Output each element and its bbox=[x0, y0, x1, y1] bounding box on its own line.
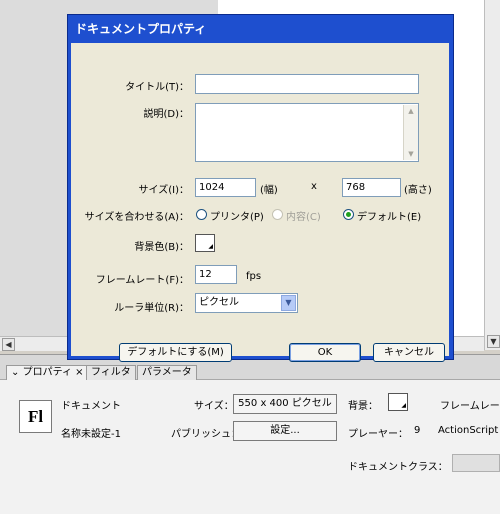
settings-button[interactable]: 設定... bbox=[233, 421, 337, 441]
player-label: プレーヤー： bbox=[348, 429, 408, 440]
scroll-down-icon[interactable]: ▼ bbox=[487, 335, 500, 348]
scroll-left-icon[interactable]: ◀ bbox=[2, 338, 15, 351]
cancel-button[interactable]: キャンセル bbox=[373, 343, 445, 362]
collapse-icon[interactable]: ⌄ bbox=[11, 367, 19, 378]
background-color-swatch[interactable]: ◢ bbox=[388, 393, 408, 411]
description-label: 説明(D)： bbox=[143, 109, 189, 120]
properties-panel: ⌄ プロパティ × フィルタ パラメータ Fl ドキュメント 名称未設定-1 サ… bbox=[0, 354, 500, 514]
size-label: サイズ(I)： bbox=[138, 185, 189, 196]
dropdown-arrow-icon: ◢ bbox=[208, 243, 213, 250]
tab-properties-label: プロパティ bbox=[22, 367, 72, 378]
size-label: サイズ： bbox=[194, 401, 234, 412]
radio-default-label[interactable]: デフォルト(E) bbox=[357, 208, 421, 223]
vertical-scrollbar[interactable]: ▼ bbox=[484, 0, 500, 350]
radio-printer-label[interactable]: プリンタ(P) bbox=[210, 208, 264, 223]
tab-properties[interactable]: ⌄ プロパティ × bbox=[6, 365, 89, 380]
background-label: 背景： bbox=[348, 401, 378, 412]
player-version: 9 bbox=[414, 425, 421, 436]
document-class-label: ドキュメントクラス： bbox=[348, 462, 448, 473]
scroll-up-icon[interactable]: ▲ bbox=[404, 105, 418, 117]
tab-filters-label: フィルタ bbox=[91, 367, 131, 378]
radio-contents-label: 内容(C) bbox=[286, 212, 321, 223]
match-label: サイズを合わせる(A)： bbox=[84, 212, 189, 223]
flash-logo: Fl bbox=[19, 400, 52, 433]
description-textarea[interactable] bbox=[195, 103, 419, 162]
height-unit: (高さ) bbox=[404, 185, 432, 196]
ruler-units-select[interactable]: ピクセル ▼ bbox=[195, 293, 298, 313]
radio-printer[interactable] bbox=[196, 209, 207, 220]
title-label: タイトル(T)： bbox=[125, 82, 189, 93]
document-label: ドキュメント bbox=[61, 401, 121, 412]
actionscript-label: ActionScript bbox=[438, 425, 499, 436]
size-button[interactable]: 550 x 400 ピクセル bbox=[233, 394, 337, 414]
tab-parameters[interactable]: パラメータ bbox=[137, 365, 197, 380]
dialog-content: タイトル(T)： 説明(D)： ▲ ▼ サイズ(I)： 1024 (幅) x 7… bbox=[71, 43, 449, 362]
document-class-input[interactable] bbox=[452, 454, 500, 472]
description-scrollbar[interactable]: ▲ ▼ bbox=[403, 105, 418, 160]
close-icon[interactable]: × bbox=[75, 367, 83, 378]
frame-rate-label: フレームレート(F)： bbox=[95, 275, 189, 286]
publish-label: パブリッシュ： bbox=[171, 429, 241, 440]
frame-rate-input[interactable]: 12 bbox=[195, 265, 237, 284]
document-name: 名称未設定-1 bbox=[61, 429, 121, 440]
frame-rate-label: フレームレー bbox=[440, 401, 500, 412]
ok-button[interactable]: OK bbox=[289, 343, 361, 362]
width-unit: (幅) bbox=[260, 185, 278, 196]
panel-body: Fl ドキュメント 名称未設定-1 サイズ： 550 x 400 ピクセル 背景… bbox=[0, 380, 500, 514]
height-input[interactable]: 768 bbox=[342, 178, 401, 197]
chevron-down-icon[interactable]: ▼ bbox=[281, 295, 296, 311]
fps-label: fps bbox=[246, 271, 262, 282]
dialog-title: ドキュメントプロパティ bbox=[75, 22, 207, 36]
background-color-swatch[interactable]: ◢ bbox=[195, 234, 215, 252]
radio-contents bbox=[272, 209, 283, 220]
background-color-label: 背景色(B)： bbox=[134, 242, 189, 253]
radio-default[interactable] bbox=[343, 209, 354, 220]
dropdown-arrow-icon: ◢ bbox=[401, 402, 406, 409]
title-input[interactable] bbox=[195, 74, 419, 94]
tab-filters[interactable]: フィルタ bbox=[86, 365, 136, 380]
scroll-down-icon[interactable]: ▼ bbox=[404, 148, 418, 160]
tab-parameters-label: パラメータ bbox=[142, 367, 192, 378]
width-input[interactable]: 1024 bbox=[195, 178, 256, 197]
make-default-button[interactable]: デフォルトにする(M) bbox=[119, 343, 232, 362]
document-properties-dialog: ドキュメントプロパティ タイトル(T)： 説明(D)： ▲ ▼ サイズ(I)： … bbox=[67, 14, 454, 362]
ruler-units-label: ルーラ単位(R)： bbox=[114, 303, 189, 314]
times-sign: x bbox=[311, 181, 317, 192]
ruler-units-value: ピクセル bbox=[199, 297, 239, 308]
